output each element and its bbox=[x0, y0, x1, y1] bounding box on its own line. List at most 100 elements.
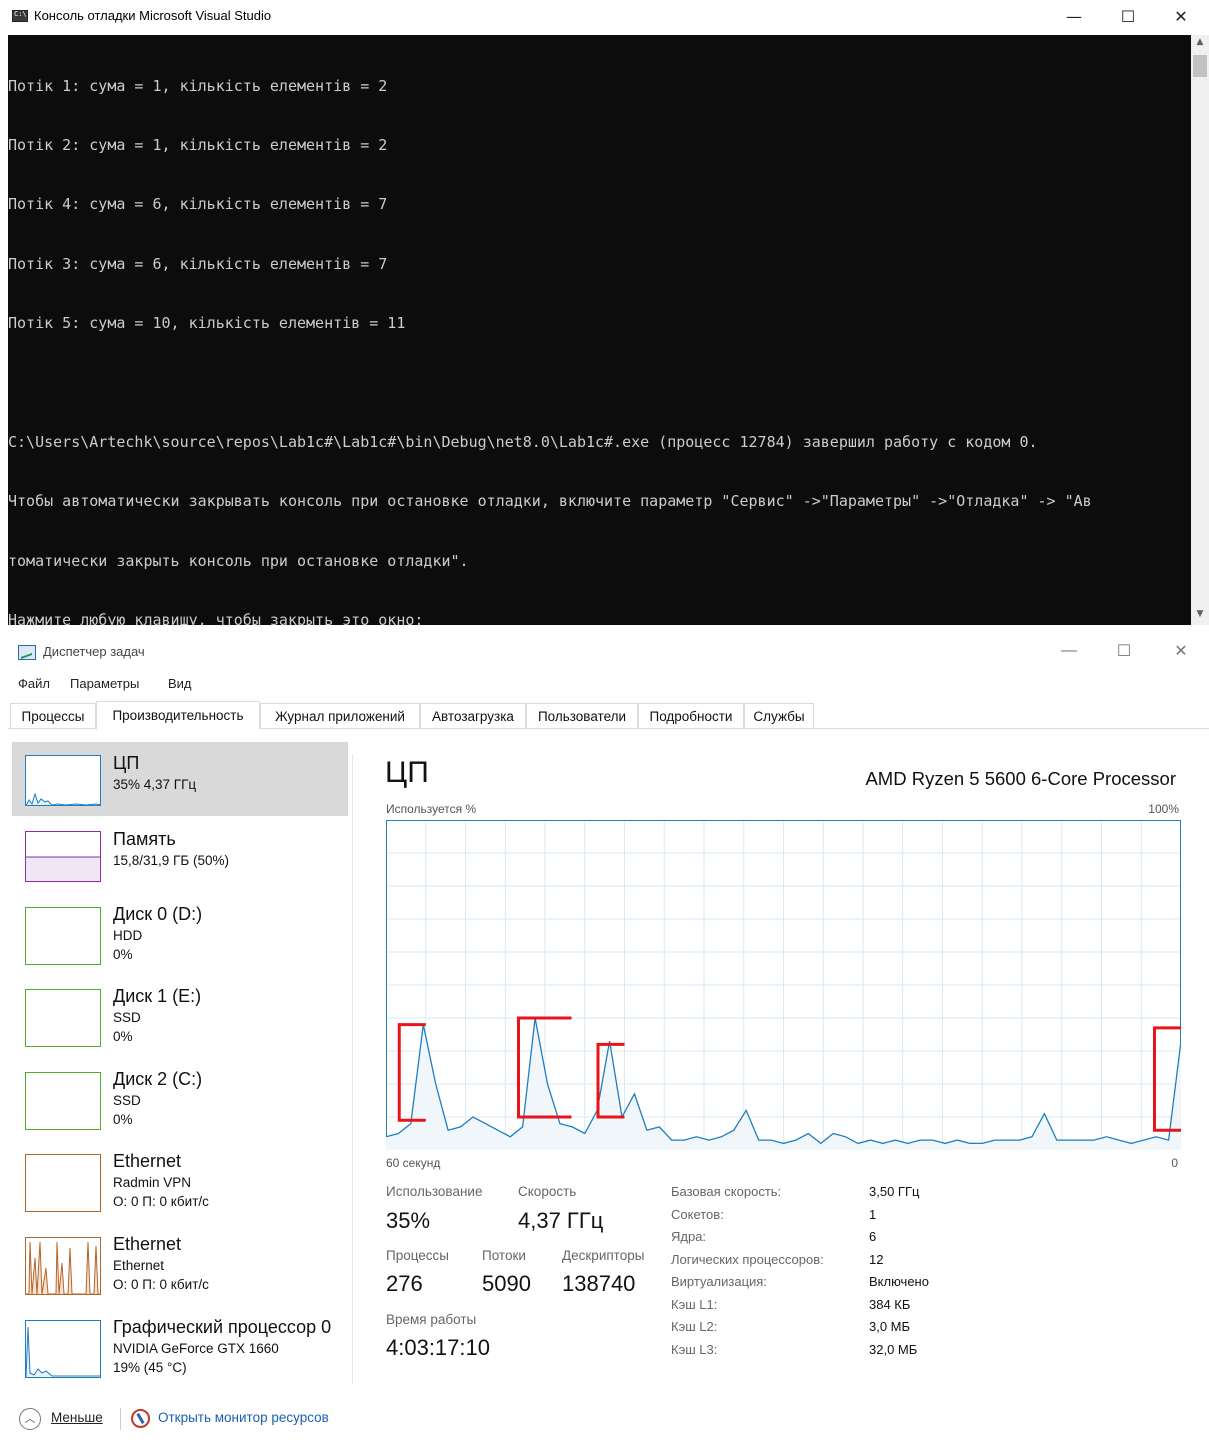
graph-x-label: 60 секунд bbox=[386, 1156, 441, 1170]
footer-divider bbox=[120, 1408, 121, 1430]
tab-users[interactable]: Пользователи bbox=[526, 703, 638, 729]
resource-disk-0[interactable]: Диск 0 (D:) HDD 0% bbox=[12, 897, 348, 971]
console-titlebar[interactable]: Консоль отладки Microsoft Visual Studio … bbox=[0, 0, 1209, 34]
resource-cpu[interactable]: ЦП 35% 4,37 ГГц bbox=[12, 742, 348, 816]
resource-detail: SSD bbox=[113, 1093, 141, 1108]
resource-name: Графический процессор 0 bbox=[113, 1317, 332, 1337]
handles-value: 138740 bbox=[562, 1271, 636, 1296]
resource-detail: 19% (45 °C) bbox=[113, 1360, 187, 1375]
speed-label: Скорость bbox=[518, 1184, 577, 1199]
resource-gpu[interactable]: Графический процессор 0 NVIDIA GeForce G… bbox=[12, 1310, 352, 1384]
disk-thumbnail-icon bbox=[25, 907, 101, 965]
resource-name: Память bbox=[113, 829, 176, 849]
resource-detail: NVIDIA GeForce GTX 1660 bbox=[113, 1341, 279, 1356]
resource-name: Диск 1 (E:) bbox=[113, 986, 202, 1006]
minimize-button[interactable]: — bbox=[1045, 0, 1103, 32]
console-text: Потік 1: сума = 1, кількість елементів =… bbox=[8, 37, 1092, 625]
tab-processes[interactable]: Процессы bbox=[10, 703, 96, 729]
spec-label: Ядра: bbox=[671, 1229, 707, 1244]
task-manager-title: Диспетчер задач bbox=[43, 644, 145, 659]
spec-value: 384 КБ bbox=[869, 1297, 911, 1312]
cpu-model: AMD Ryzen 5 5600 6-Core Processor bbox=[865, 768, 1176, 789]
console-scrollbar[interactable]: ▲ ▼ bbox=[1191, 35, 1209, 625]
resource-disk-1[interactable]: Диск 1 (E:) SSD 0% bbox=[12, 980, 348, 1054]
resource-name: ЦП bbox=[113, 753, 140, 773]
spec-label: Виртуализация: bbox=[671, 1274, 767, 1289]
resource-disk-2[interactable]: Диск 2 (C:) SSD 0% bbox=[12, 1062, 348, 1136]
tab-services[interactable]: Службы bbox=[744, 703, 814, 729]
tab-performance[interactable]: Производительность bbox=[96, 701, 260, 730]
console-line: томатически закрыть консоль при остановк… bbox=[8, 551, 469, 570]
resource-detail: Radmin VPN bbox=[113, 1175, 192, 1190]
footer: ︿ Меньше Открыть монитор ресурсов bbox=[0, 1402, 1209, 1434]
threads-label: Потоки bbox=[482, 1248, 526, 1263]
disk-thumbnail-icon bbox=[25, 1072, 101, 1130]
menu-view[interactable]: Вид bbox=[168, 674, 192, 693]
resource-detail: 35% 4,37 ГГц bbox=[113, 777, 197, 792]
cpu-heading: ЦП bbox=[385, 756, 429, 789]
console-line: Нажмите любую клавишу, чтобы закрыть это… bbox=[8, 611, 424, 625]
scroll-down-icon[interactable]: ▼ bbox=[1191, 609, 1209, 625]
spec-label: Логических процессоров: bbox=[671, 1252, 824, 1267]
tm-maximize-button[interactable]: ☐ bbox=[1095, 636, 1153, 666]
spec-value: 3,0 МБ bbox=[869, 1319, 911, 1334]
cpu-thumbnail-icon bbox=[25, 755, 101, 806]
sidebar-divider bbox=[352, 754, 353, 1384]
spec-label: Базовая скорость: bbox=[671, 1184, 782, 1199]
console-line: Потік 5: сума = 10, кількість елементів … bbox=[8, 314, 406, 333]
spec-value: 12 bbox=[869, 1252, 884, 1267]
chevron-up-icon[interactable]: ︿ bbox=[19, 1408, 41, 1430]
spec-label: Кэш L2: bbox=[671, 1319, 718, 1334]
tab-app-history[interactable]: Журнал приложений bbox=[260, 703, 420, 729]
scroll-up-icon[interactable]: ▲ bbox=[1191, 37, 1209, 53]
resource-memory[interactable]: Память 15,8/31,9 ГБ (50%) bbox=[12, 822, 348, 896]
graph-x-end: 0 bbox=[1171, 1156, 1178, 1170]
usage-value: 35% bbox=[386, 1208, 431, 1233]
close-button[interactable]: ✕ bbox=[1152, 0, 1209, 32]
console-line: Потік 2: сума = 1, кількість елементів =… bbox=[8, 135, 388, 154]
task-manager-window: Диспетчер задач — ☐ ✕ Файл Параметры Вид… bbox=[0, 634, 1209, 1443]
resource-name: Ethernet bbox=[113, 1151, 182, 1171]
resource-detail: HDD bbox=[113, 928, 143, 943]
resource-name: Диск 2 (C:) bbox=[113, 1069, 203, 1089]
spec-value: 1 bbox=[869, 1207, 877, 1222]
spec-label: Кэш L3: bbox=[671, 1342, 718, 1357]
resource-sidebar: ЦП 35% 4,37 ГГц Память 15,8/31,9 ГБ (50%… bbox=[12, 742, 352, 1388]
task-manager-icon bbox=[18, 645, 36, 660]
graph-y-max: 100% bbox=[1148, 802, 1179, 816]
resource-ethernet[interactable]: Ethernet Ethernet О: 0 П: 0 кбит/с bbox=[12, 1227, 348, 1301]
menu-options[interactable]: Параметры bbox=[70, 674, 139, 693]
uptime-value: 4:03:17:10 bbox=[386, 1335, 490, 1360]
spec-value: 32,0 МБ bbox=[869, 1342, 918, 1357]
open-resource-monitor-link[interactable]: Открыть монитор ресурсов bbox=[158, 1410, 329, 1425]
tm-close-button[interactable]: ✕ bbox=[1152, 636, 1209, 666]
cpu-usage-graph bbox=[386, 820, 1181, 1150]
spec-label: Сокетов: bbox=[671, 1207, 724, 1222]
console-line: Потік 3: сума = 6, кількість елементів =… bbox=[8, 254, 388, 273]
resource-name: Ethernet bbox=[113, 1234, 182, 1254]
tab-bar: Процессы Производительность Журнал прило… bbox=[8, 701, 1209, 730]
spec-label: Кэш L1: bbox=[671, 1297, 718, 1312]
console-line: C:\Users\Artechk\source\repos\Lab1c#\Lab… bbox=[8, 432, 1038, 451]
resource-monitor-icon[interactable] bbox=[131, 1409, 150, 1428]
spec-value: 6 bbox=[869, 1229, 877, 1244]
resource-name: Диск 0 (D:) bbox=[113, 904, 203, 924]
console-output[interactable]: Потік 1: сума = 1, кількість елементів =… bbox=[8, 35, 1191, 625]
tab-startup[interactable]: Автозагрузка bbox=[420, 703, 526, 729]
handles-label: Дескрипторы bbox=[562, 1248, 645, 1263]
maximize-button[interactable]: ☐ bbox=[1099, 0, 1157, 32]
tm-minimize-button[interactable]: — bbox=[1040, 636, 1098, 666]
ethernet-thumbnail-icon bbox=[25, 1154, 101, 1212]
graph-y-label: Используется % bbox=[386, 802, 477, 816]
scroll-thumb[interactable] bbox=[1193, 55, 1207, 77]
resource-detail: 15,8/31,9 ГБ (50%) bbox=[113, 853, 229, 868]
console-line: Чтобы автоматически закрывать консоль пр… bbox=[8, 492, 1092, 511]
menu-file[interactable]: Файл bbox=[18, 674, 50, 693]
fewer-details-button[interactable]: Меньше bbox=[51, 1410, 103, 1425]
resource-ethernet-radmin[interactable]: Ethernet Radmin VPN О: 0 П: 0 кбит/с bbox=[12, 1144, 348, 1218]
speed-value: 4,37 ГГц bbox=[518, 1208, 604, 1233]
resource-detail: SSD bbox=[113, 1010, 141, 1025]
memory-thumbnail-icon bbox=[25, 831, 101, 882]
processes-value: 276 bbox=[386, 1271, 423, 1296]
tab-details[interactable]: Подробности bbox=[638, 703, 744, 729]
